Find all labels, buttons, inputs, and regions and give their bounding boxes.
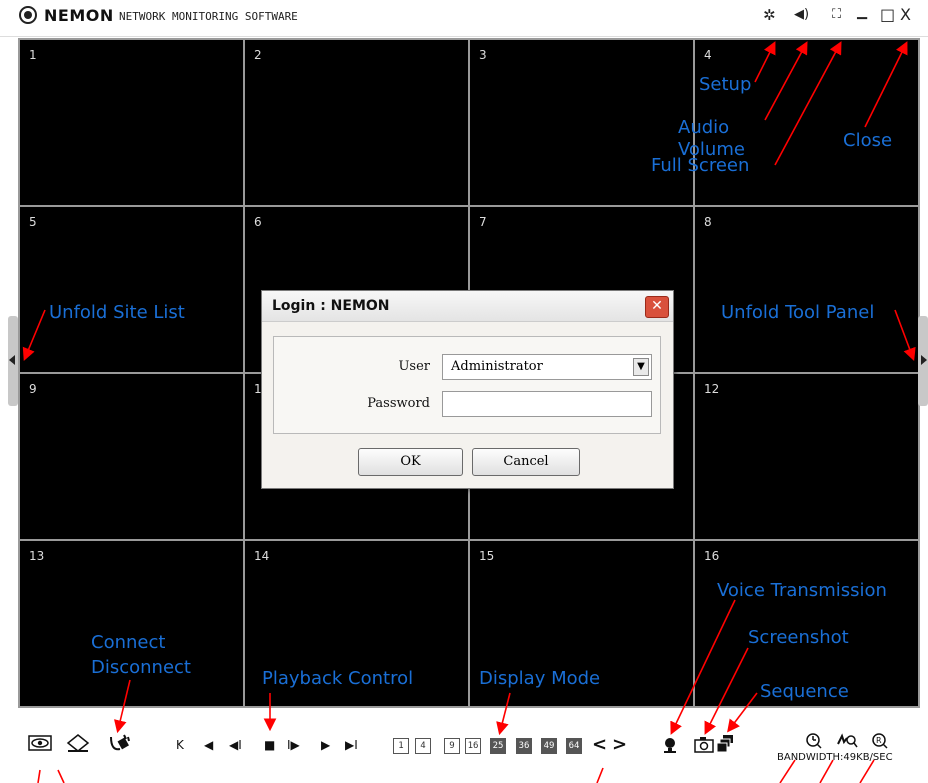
cell-number: 1 xyxy=(29,48,37,62)
cell-number: 2 xyxy=(254,48,262,62)
annotation-full-screen: Full Screen xyxy=(651,155,750,176)
cell-number: 7 xyxy=(479,215,487,229)
bandwidth-readout: BANDWIDTH:49KB/SEC xyxy=(777,752,893,763)
login-form-panel: User Administrator ▼ Password xyxy=(273,336,661,434)
user-label: User xyxy=(398,359,430,374)
audio-volume-icon[interactable]: ◀) xyxy=(794,6,809,24)
unfold-site-list-tab[interactable] xyxy=(8,316,18,406)
dialog-title: Login : NEMON xyxy=(272,298,390,314)
site-map-icon[interactable] xyxy=(66,733,90,753)
title-bar: NEMON NETWORK MONITORING SOFTWARE ✲ ◀) ⛶… xyxy=(0,0,928,37)
camera-cell[interactable]: 2 xyxy=(245,40,468,205)
cell-number: 14 xyxy=(254,549,270,563)
recording-search-icon[interactable]: R xyxy=(871,732,889,750)
svg-text:R: R xyxy=(876,736,882,745)
chevron-right-icon xyxy=(921,355,927,365)
voice-transmission-microphone-icon[interactable] xyxy=(661,735,679,755)
nemon-logo-icon xyxy=(19,6,37,24)
screenshot-camera-icon[interactable] xyxy=(694,736,714,754)
annotation-sequence: Sequence xyxy=(760,681,849,702)
page-prev-button[interactable]: < xyxy=(592,734,607,755)
camera-cell[interactable]: 1 xyxy=(20,40,243,205)
camera-cell[interactable]: 8 xyxy=(695,207,918,372)
cancel-button[interactable]: Cancel xyxy=(472,448,580,476)
login-dialog: Login : NEMON ✕ User Administrator ▼ Pas… xyxy=(261,290,674,489)
app-subtitle: NETWORK MONITORING SOFTWARE xyxy=(119,10,298,23)
user-select[interactable]: Administrator ▼ xyxy=(442,354,652,380)
cell-number: 6 xyxy=(254,215,262,229)
connect-disconnect-plug-icon[interactable] xyxy=(108,731,132,755)
display-mode-9-button[interactable]: 9 xyxy=(444,738,460,754)
step-back-button[interactable]: ◀I xyxy=(229,738,242,752)
display-mode-36-button[interactable]: 36 xyxy=(516,738,532,754)
display-mode-25-button[interactable]: 25 xyxy=(490,738,506,754)
password-field[interactable] xyxy=(442,391,652,417)
play-button[interactable]: ▶ xyxy=(321,738,330,752)
skip-to-start-button[interactable]: K xyxy=(176,738,184,752)
minimize-button[interactable]: ▁ xyxy=(857,4,867,22)
annotation-close: Close xyxy=(843,130,893,151)
cell-number: 12 xyxy=(704,382,720,396)
cell-number: 5 xyxy=(29,215,37,229)
step-forward-button[interactable]: I▶ xyxy=(287,738,300,752)
bottom-toolbar xyxy=(0,708,928,783)
cell-number: 3 xyxy=(479,48,487,62)
event-search-icon[interactable] xyxy=(836,732,858,750)
fullscreen-icon[interactable]: ⛶ xyxy=(832,6,841,24)
annotation-unfold-tool-panel: Unfold Tool Panel xyxy=(721,302,875,323)
annotation-voice-transmission: Voice Transmission xyxy=(717,580,887,601)
cell-number: 8 xyxy=(704,215,712,229)
camera-cell[interactable]: 13 xyxy=(20,541,243,706)
clock-search-icon[interactable] xyxy=(805,732,823,750)
password-label: Password xyxy=(367,396,430,411)
sequence-icon[interactable] xyxy=(716,734,735,754)
cell-number: 9 xyxy=(29,382,37,396)
skip-to-end-button[interactable]: ▶I xyxy=(345,738,358,752)
annotation-setup: Setup xyxy=(699,74,752,95)
chevron-left-icon xyxy=(9,355,15,365)
cell-number: 16 xyxy=(704,549,720,563)
camera-cell[interactable]: 12 xyxy=(695,374,918,539)
user-select-value: Administrator xyxy=(451,359,543,374)
dialog-close-icon[interactable]: ✕ xyxy=(645,296,669,318)
dialog-title-bar: Login : NEMON ✕ xyxy=(262,291,673,322)
cell-number: 13 xyxy=(29,549,45,563)
annotation-display-mode: Display Mode xyxy=(479,668,601,689)
camera-cell[interactable]: 5 xyxy=(20,207,243,372)
rewind-button[interactable]: ◀ xyxy=(204,738,213,752)
close-button[interactable]: X xyxy=(900,6,911,24)
setup-gear-icon[interactable]: ✲ xyxy=(763,6,776,24)
display-mode-1-button[interactable]: 1 xyxy=(393,738,409,754)
annotation-unfold-site-list: Unfold Site List xyxy=(49,302,185,323)
display-mode-16-button[interactable]: 16 xyxy=(465,738,481,754)
page-next-button[interactable]: > xyxy=(612,734,627,755)
display-mode-64-button[interactable]: 64 xyxy=(566,738,582,754)
cell-number: 4 xyxy=(704,48,712,62)
camera-cell[interactable]: 3 xyxy=(470,40,693,205)
eye-view-icon[interactable] xyxy=(28,734,52,752)
ok-button[interactable]: OK xyxy=(358,448,463,476)
annotation-connect-disconnect: Connect Disconnect xyxy=(91,632,191,678)
annotation-playback-control: Playback Control xyxy=(262,668,414,689)
app-brand: NEMON xyxy=(44,6,114,25)
camera-cell[interactable]: 9 xyxy=(20,374,243,539)
annotation-screenshot: Screenshot xyxy=(748,627,849,648)
chevron-down-icon[interactable]: ▼ xyxy=(633,358,649,376)
stop-button[interactable]: ■ xyxy=(264,738,275,752)
maximize-button[interactable]: □ xyxy=(880,6,895,24)
display-mode-4-button[interactable]: 4 xyxy=(415,738,431,754)
display-mode-49-button[interactable]: 49 xyxy=(541,738,557,754)
cell-number: 15 xyxy=(479,549,495,563)
unfold-tool-panel-tab[interactable] xyxy=(918,316,928,406)
